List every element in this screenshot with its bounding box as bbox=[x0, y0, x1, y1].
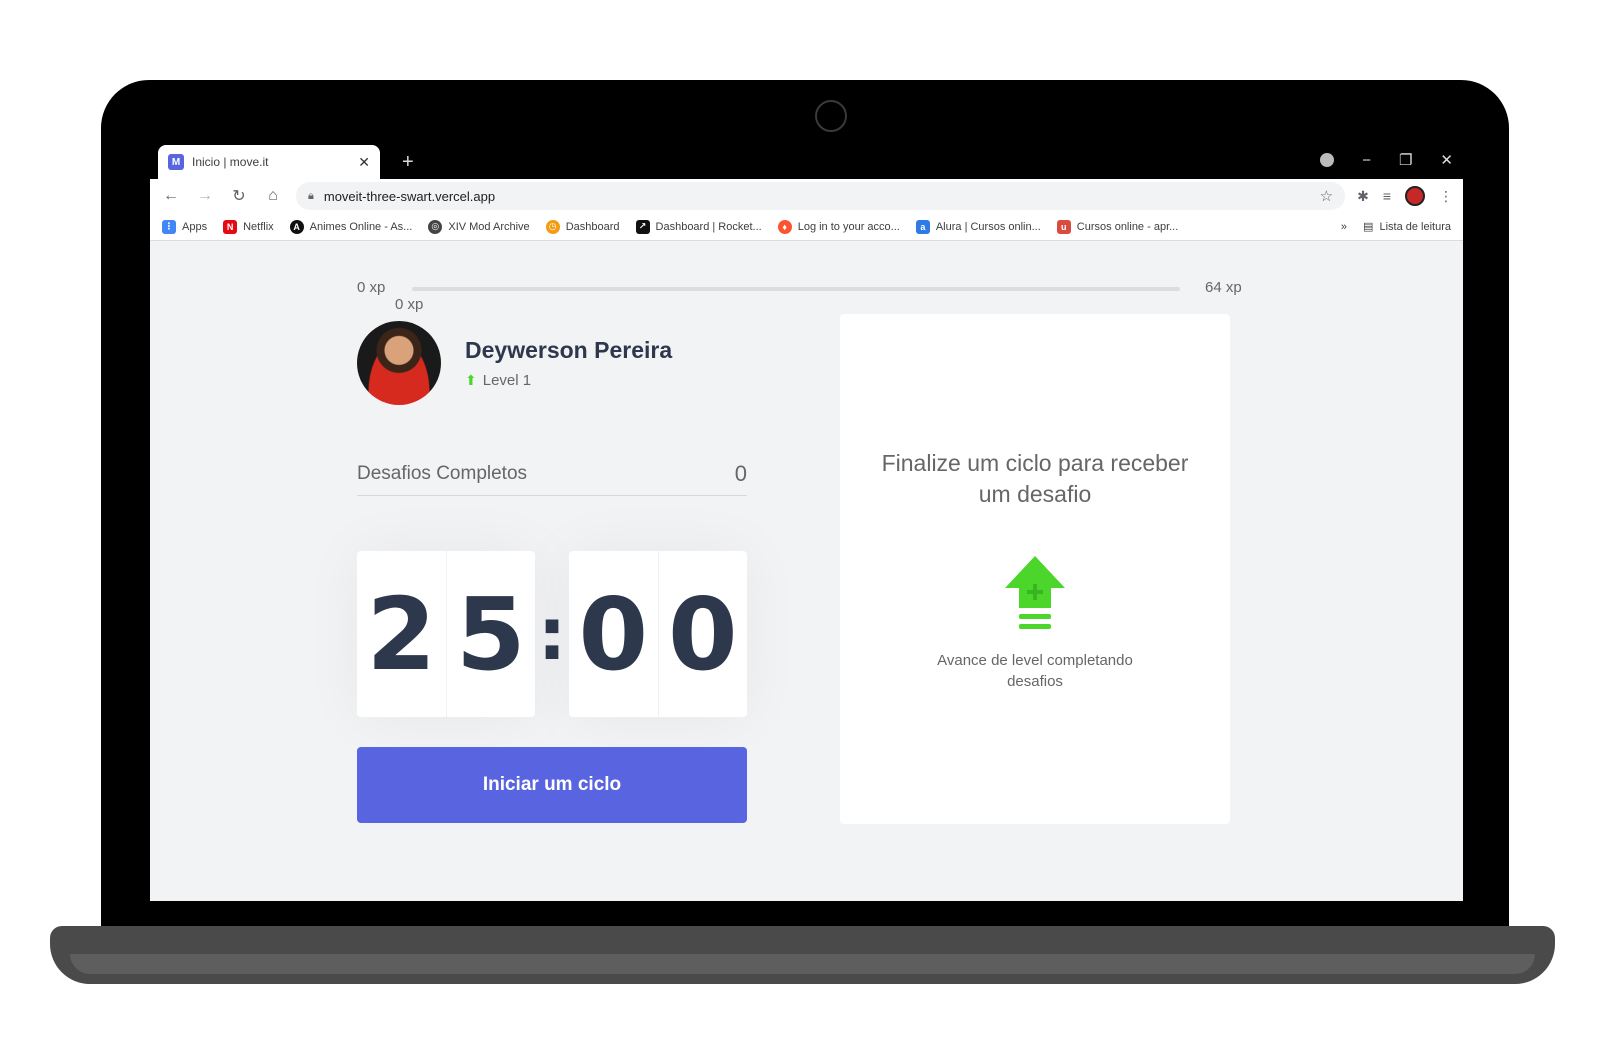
back-icon[interactable]: ← bbox=[160, 187, 182, 205]
tab-strip: M Inicio | move.it ✕ + − ❐ ✕ bbox=[150, 145, 1463, 179]
bookmark-label: Dashboard bbox=[565, 220, 620, 233]
level-label: Level 1 bbox=[482, 372, 532, 389]
netflix-icon: N bbox=[223, 219, 238, 234]
bookmarks-bar: ⋮ Apps N Netflix A Animes Online - As...… bbox=[150, 213, 1463, 241]
bookmark-label: XIV Mod Archive bbox=[448, 220, 530, 233]
profile-name: Deywerson Pereira bbox=[465, 337, 673, 363]
completed-challenges: Desafios Completos 0 bbox=[357, 452, 747, 496]
profile-level: ⬆ Level 1 bbox=[465, 372, 672, 389]
reading-list-label: Lista de leitura bbox=[1379, 220, 1451, 233]
bookmark-label: Animes Online - As... bbox=[309, 220, 413, 233]
home-icon[interactable]: ⌂ bbox=[262, 187, 284, 205]
url-text[interactable]: moveit-three-swart.vercel.app bbox=[324, 189, 1310, 204]
browser-tab[interactable]: M Inicio | move.it ✕ bbox=[158, 145, 380, 179]
experience-bar: 0 xp 64 xp 0 xp bbox=[357, 277, 1257, 313]
close-window-icon[interactable]: ✕ bbox=[1440, 151, 1453, 169]
close-tab-icon[interactable]: ✕ bbox=[358, 154, 370, 171]
bookmark-star-icon[interactable]: ☆ bbox=[1320, 187, 1333, 205]
udemy-icon: u bbox=[1056, 219, 1071, 234]
countdown-separator: : bbox=[537, 592, 567, 676]
challenge-title: Finalize um ciclo para receber um desafi… bbox=[881, 450, 1189, 507]
xp-end-label: 64 xp bbox=[1205, 279, 1242, 296]
moveit-favicon-icon: M bbox=[168, 154, 184, 170]
bookmark-alura[interactable]: a Alura | Cursos onlin... bbox=[915, 219, 1041, 234]
completed-challenges-label: Desafios Completos bbox=[357, 462, 528, 484]
restore-icon[interactable]: ❐ bbox=[1399, 151, 1412, 169]
page-content: 0 xp 64 xp 0 xp Deywerson Pereira ⬆ Leve… bbox=[150, 241, 1463, 901]
extensions-puzzle-icon[interactable]: ✱ bbox=[1357, 188, 1369, 205]
bookmark-login[interactable]: ♦ Log in to your acco... bbox=[777, 219, 900, 234]
tab-title: Inicio | move.it bbox=[192, 155, 269, 169]
level-up-arrow-icon bbox=[1005, 556, 1065, 629]
bookmark-apps[interactable]: ⋮ Apps bbox=[162, 219, 208, 234]
bookmark-cursos[interactable]: u Cursos online - apr... bbox=[1056, 219, 1179, 234]
menu-kebab-icon[interactable]: ⋮ bbox=[1439, 188, 1453, 205]
reload-icon[interactable]: ↻ bbox=[228, 186, 250, 206]
dashboard-icon: ◷ bbox=[545, 219, 560, 234]
xp-current-label: 0 xp bbox=[395, 296, 424, 313]
challenge-box: Finalize um ciclo para receber um desafi… bbox=[840, 314, 1230, 824]
bookmark-xiv[interactable]: ◎ XIV Mod Archive bbox=[428, 219, 530, 234]
bookmark-label: Apps bbox=[182, 220, 208, 233]
flame-icon: ♦ bbox=[777, 219, 792, 234]
bookmark-netflix[interactable]: N Netflix bbox=[223, 219, 274, 234]
media-control-icon[interactable]: ≡ bbox=[1383, 188, 1391, 204]
minutes-display: 2 5 bbox=[357, 551, 535, 717]
bookmark-dashboard[interactable]: ◷ Dashboard bbox=[545, 219, 620, 234]
rocketseat-icon: ↗ bbox=[635, 219, 650, 234]
reading-list-icon: ▤ bbox=[1363, 221, 1374, 233]
bookmark-label: Cursos online - apr... bbox=[1076, 220, 1179, 233]
profile-indicator-icon[interactable] bbox=[1320, 153, 1335, 167]
reading-list[interactable]: ▤ Lista de leitura bbox=[1363, 220, 1451, 234]
webcam-icon bbox=[815, 100, 847, 132]
second-digit: 0 bbox=[667, 575, 738, 693]
xiv-icon: ◎ bbox=[428, 219, 443, 234]
window-controls: − ❐ ✕ bbox=[1320, 151, 1453, 169]
bookmark-label: Dashboard | Rocket... bbox=[655, 220, 762, 233]
minute-digit: 2 bbox=[357, 551, 447, 717]
new-tab-button[interactable]: + bbox=[402, 151, 414, 174]
alura-icon: a bbox=[915, 219, 930, 234]
level-up-icon: ⬆ bbox=[465, 372, 477, 388]
start-cycle-button[interactable]: Iniciar um ciclo bbox=[357, 747, 747, 823]
address-bar[interactable]: 🔒︎ moveit-three-swart.vercel.app ☆ bbox=[296, 182, 1346, 210]
minute-digit: 5 bbox=[455, 575, 526, 693]
animes-icon: A bbox=[289, 219, 304, 234]
bookmark-animes[interactable]: A Animes Online - As... bbox=[289, 219, 413, 234]
challenge-description: Avance de level completando desafios bbox=[937, 652, 1133, 690]
completed-challenges-count: 0 bbox=[734, 460, 747, 486]
second-digit: 0 bbox=[569, 551, 659, 717]
lock-icon[interactable]: 🔒︎ bbox=[308, 190, 314, 203]
avatar bbox=[357, 321, 441, 405]
xp-start-label: 0 xp bbox=[357, 279, 386, 296]
bookmark-label: Alura | Cursos onlin... bbox=[935, 220, 1041, 233]
bookmark-rocket[interactable]: ↗ Dashboard | Rocket... bbox=[635, 219, 762, 234]
seconds-display: 0 0 bbox=[569, 551, 747, 717]
extension-area: ✱ ≡ ⋮ bbox=[1357, 186, 1453, 206]
forward-icon[interactable]: → bbox=[194, 187, 216, 205]
xp-progress-track bbox=[412, 287, 1180, 291]
profile-avatar[interactable] bbox=[1405, 186, 1425, 206]
countdown-timer: 2 5 : 0 0 bbox=[357, 551, 747, 717]
bookmark-label: Netflix bbox=[243, 220, 274, 233]
bookmark-label: Log in to your acco... bbox=[797, 220, 900, 233]
apps-grid-icon: ⋮ bbox=[162, 219, 176, 234]
bookmarks-overflow-icon[interactable]: » bbox=[1341, 221, 1347, 233]
minimize-icon[interactable]: − bbox=[1362, 152, 1371, 169]
laptop-base-lip bbox=[70, 954, 1535, 974]
browser-window: M Inicio | move.it ✕ + − ❐ ✕ ← → ↻ ⌂ 🔒︎ … bbox=[150, 145, 1463, 901]
profile-card: Deywerson Pereira ⬆ Level 1 bbox=[357, 321, 672, 405]
browser-toolbar: ← → ↻ ⌂ 🔒︎ moveit-three-swart.vercel.app… bbox=[150, 179, 1463, 213]
